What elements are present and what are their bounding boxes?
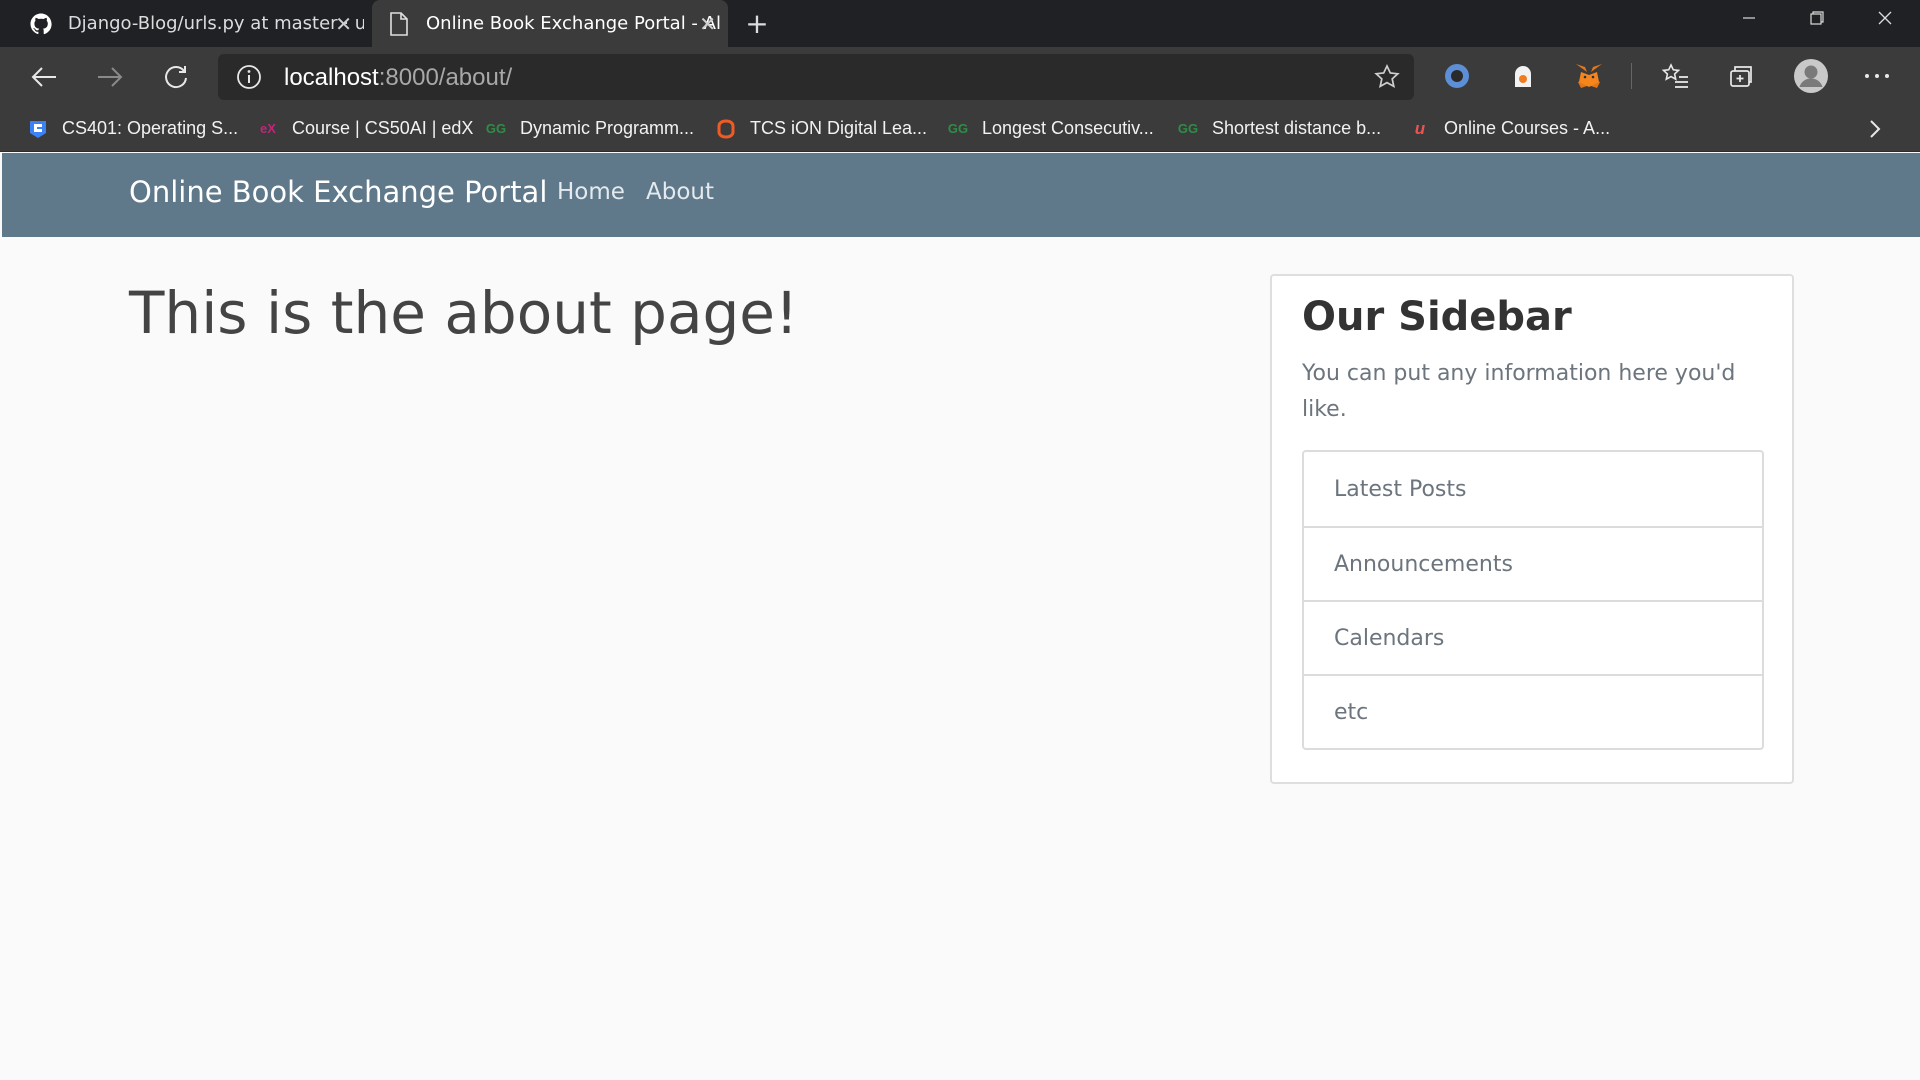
bookmark-label: Dynamic Programm... — [520, 118, 695, 138]
nav-home-link[interactable]: Home — [557, 179, 625, 205]
collections-icon[interactable] — [1724, 59, 1758, 93]
sidebar-card: Our Sidebar You can put any information … — [1270, 274, 1794, 784]
sidebar-list: Latest Posts Announcements Calendars etc — [1302, 450, 1764, 750]
bookmark-online-courses[interactable]: u Online Courses - A... — [1408, 105, 1610, 152]
gfg-icon: GG — [947, 121, 969, 136]
favorite-star-icon[interactable] — [1374, 64, 1400, 90]
chevron-right-icon[interactable] — [1868, 105, 1882, 152]
saylor-icon — [26, 117, 50, 141]
sidebar-item-calendars[interactable]: Calendars — [1304, 600, 1762, 674]
bookmark-longest-consecutive[interactable]: GG Longest Consecutiv... — [946, 105, 1154, 152]
forward-arrow-icon[interactable] — [90, 57, 130, 97]
refresh-icon[interactable] — [156, 57, 196, 97]
close-icon[interactable]: ✕ — [335, 12, 352, 36]
site-navbar: Online Book Exchange Portal Home About — [2, 153, 1920, 237]
close-icon[interactable]: ✕ — [699, 12, 716, 36]
page-viewport: Online Book Exchange Portal Home About T… — [2, 153, 1920, 1080]
more-options-icon[interactable] — [1860, 59, 1894, 93]
sidebar-title: Our Sidebar — [1302, 294, 1572, 340]
bookmark-label: Online Courses - A... — [1444, 118, 1611, 138]
browser-tab-strip: Django-Blog/urls.py at master · u ✕ Onli… — [0, 0, 1920, 47]
tcs-icon — [714, 117, 738, 141]
profile-avatar-icon[interactable] — [1790, 55, 1832, 97]
bookmarks-bar: CS401: Operating S... eX Course | CS50AI… — [0, 105, 1920, 152]
tab-book-exchange[interactable]: Online Book Exchange Portal - Al ✕ — [372, 0, 728, 47]
window-close-icon[interactable] — [1852, 0, 1918, 36]
extension-ghost-icon[interactable] — [1506, 59, 1540, 93]
new-tab-plus-icon[interactable]: + — [740, 6, 774, 40]
site-brand-link[interactable]: Online Book Exchange Portal — [129, 175, 547, 209]
restore-icon[interactable] — [1784, 0, 1850, 36]
bookmark-dynamic-programming[interactable]: GG Dynamic Programm... — [484, 105, 694, 152]
favorites-list-icon[interactable] — [1658, 59, 1692, 93]
tab-title: Online Book Exchange Portal - Al — [426, 13, 721, 34]
tab-github[interactable]: Django-Blog/urls.py at master · u ✕ — [14, 0, 364, 47]
page-title: This is the about page! — [129, 279, 799, 347]
github-icon — [28, 11, 54, 37]
bookmark-cs401[interactable]: CS401: Operating S... — [26, 105, 238, 152]
metamask-fox-icon[interactable] — [1572, 59, 1606, 93]
bookmark-label: Shortest distance b... — [1212, 118, 1382, 138]
tab-title: Django-Blog/urls.py at master · u — [67, 13, 364, 34]
nav-about-link[interactable]: About — [646, 179, 714, 205]
bookmark-label: CS401: Operating S... — [62, 118, 239, 138]
gfg-icon: GG — [485, 121, 507, 136]
bookmark-label: Course | CS50AI | edX — [292, 118, 474, 138]
extension-circle-icon[interactable] — [1440, 59, 1474, 93]
toolbar-divider — [1631, 63, 1632, 89]
bookmark-tcs-ion[interactable]: TCS iON Digital Lea... — [714, 105, 927, 152]
sidebar-item-etc[interactable]: etc — [1304, 674, 1762, 748]
bookmark-cs50ai[interactable]: eX Course | CS50AI | edX — [256, 105, 473, 152]
minimize-icon[interactable] — [1716, 0, 1782, 36]
sidebar-item-announcements[interactable]: Announcements — [1304, 526, 1762, 600]
bookmark-label: Longest Consecutiv... — [982, 118, 1154, 138]
edx-icon: eX — [260, 121, 276, 136]
sidebar-description: You can put any information here you'd l… — [1302, 361, 1736, 422]
address-bar[interactable]: localhost:8000/about/ — [218, 54, 1414, 100]
back-arrow-icon[interactable] — [24, 57, 64, 97]
bookmark-label: TCS iON Digital Lea... — [750, 118, 928, 138]
url-text: localhost:8000/about/ — [284, 64, 513, 91]
bookmark-shortest-distance[interactable]: GG Shortest distance b... — [1176, 105, 1381, 152]
browser-toolbar: localhost:8000/about/ — [0, 47, 1920, 105]
document-icon — [386, 11, 412, 37]
site-info-icon[interactable] — [236, 64, 262, 90]
sidebar-item-latest-posts[interactable]: Latest Posts — [1304, 452, 1762, 526]
udemy-icon: u — [1414, 118, 1426, 138]
gfg-icon: GG — [1177, 121, 1199, 136]
